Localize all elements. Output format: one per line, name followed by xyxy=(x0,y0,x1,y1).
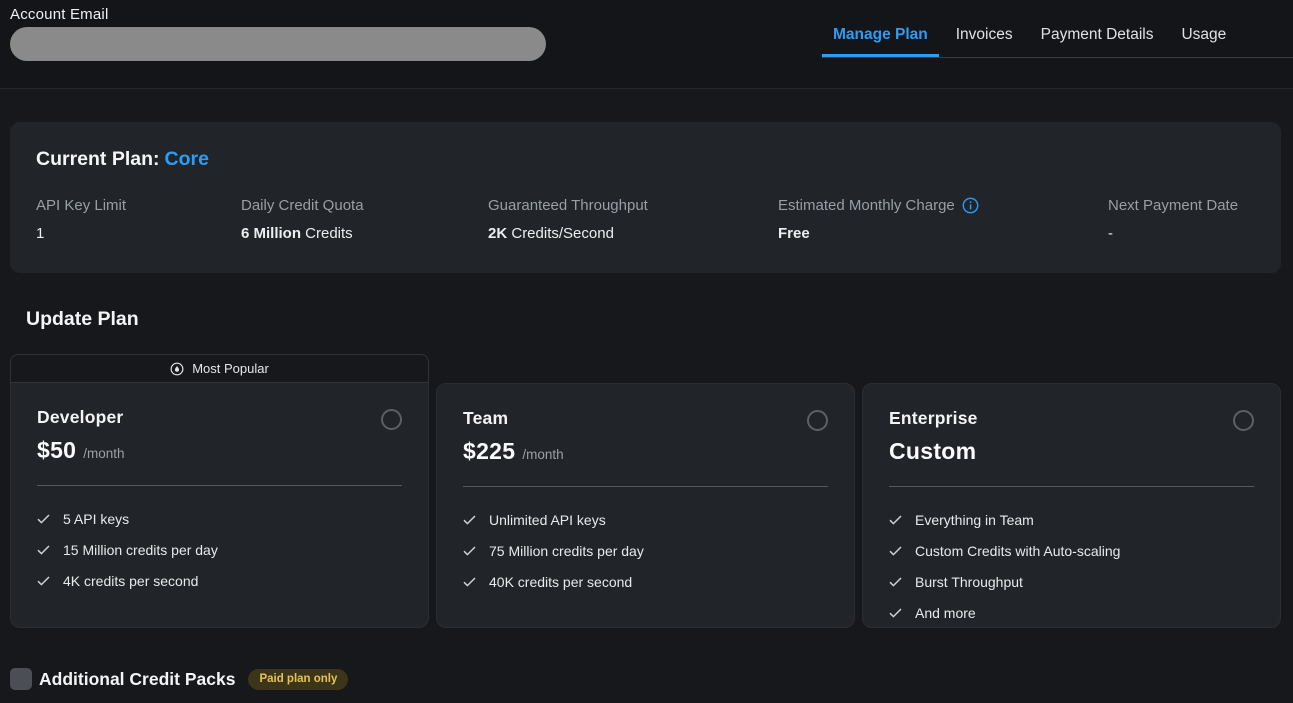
plan-column-enterprise: Enterprise Custom Everything in Team Cus… xyxy=(862,354,1281,628)
flame-icon xyxy=(170,362,184,376)
stat-label: Next Payment Date xyxy=(1108,197,1255,214)
feature-item: Everything in Team xyxy=(889,512,1254,528)
feature-item: Custom Credits with Auto-scaling xyxy=(889,543,1254,559)
feature-item: 40K credits per second xyxy=(463,574,828,590)
stat-value: - xyxy=(1108,225,1255,242)
check-icon xyxy=(889,577,902,587)
plan-radio-team[interactable] xyxy=(807,410,828,431)
plan-features: 5 API keys 15 Million credits per day 4K… xyxy=(37,511,402,589)
plan-column-team: Team $225 /month Unlimited API keys 75 M… xyxy=(436,354,855,628)
plan-radio-enterprise[interactable] xyxy=(1233,410,1254,431)
additional-credit-packs-row: Additional Credit Packs Paid plan only xyxy=(10,668,348,690)
additional-credit-packs-label: Additional Credit Packs xyxy=(39,669,235,690)
divider xyxy=(889,486,1254,487)
divider xyxy=(37,485,402,486)
feature-item: Burst Throughput xyxy=(889,574,1254,590)
plan-features: Everything in Team Custom Credits with A… xyxy=(889,512,1254,621)
current-plan-title: Current Plan:Core xyxy=(36,148,1255,171)
spacer xyxy=(436,354,855,383)
stat-value: 6 Million Credits xyxy=(241,225,488,242)
stat-value: Free xyxy=(778,225,1108,242)
most-popular-label: Most Popular xyxy=(192,361,269,376)
account-email-label: Account Email xyxy=(10,6,108,23)
check-icon xyxy=(463,546,476,556)
check-icon xyxy=(889,608,902,618)
stat-label: Guaranteed Throughput xyxy=(488,197,778,214)
current-plan-stats: API Key Limit 1 Daily Credit Quota 6 Mil… xyxy=(36,197,1255,242)
plan-name: Enterprise xyxy=(889,408,978,429)
tab-usage[interactable]: Usage xyxy=(1170,20,1237,57)
check-icon xyxy=(37,576,50,586)
plan-price: Custom xyxy=(889,438,976,465)
stat-value: 1 xyxy=(36,225,241,242)
tab-invoices[interactable]: Invoices xyxy=(945,20,1024,57)
plan-card-developer[interactable]: Developer $50 /month 5 API keys 15 Milli… xyxy=(10,383,429,628)
stat-value: 2K Credits/Second xyxy=(488,225,778,242)
info-icon[interactable] xyxy=(962,197,979,214)
current-plan-card: Current Plan:Core API Key Limit 1 Daily … xyxy=(10,122,1281,273)
most-popular-badge: Most Popular xyxy=(10,354,429,383)
tab-bar: Manage Plan Invoices Payment Details Usa… xyxy=(822,20,1293,58)
check-icon xyxy=(37,514,50,524)
plan-name: Developer xyxy=(37,407,123,428)
feature-item: 15 Million credits per day xyxy=(37,542,402,558)
feature-item: 5 API keys xyxy=(37,511,402,527)
check-icon xyxy=(37,545,50,555)
plan-radio-developer[interactable] xyxy=(381,409,402,430)
stat-label: Estimated Monthly Charge xyxy=(778,197,1108,214)
stat-daily-credit-quota: Daily Credit Quota 6 Million Credits xyxy=(241,197,488,242)
plan-card-enterprise[interactable]: Enterprise Custom Everything in Team Cus… xyxy=(862,383,1281,628)
plan-period: /month xyxy=(83,446,124,461)
check-icon xyxy=(463,515,476,525)
plan-name: Team xyxy=(463,408,508,429)
stat-label: API Key Limit xyxy=(36,197,241,214)
additional-credit-packs-checkbox[interactable] xyxy=(10,668,32,690)
check-icon xyxy=(889,515,902,525)
feature-item: 75 Million credits per day xyxy=(463,543,828,559)
plan-price: $225 xyxy=(463,438,515,465)
current-plan-name: Core xyxy=(165,148,209,170)
tab-payment-details[interactable]: Payment Details xyxy=(1030,20,1165,57)
account-email-input[interactable] xyxy=(10,27,546,61)
feature-item: And more xyxy=(889,605,1254,621)
check-icon xyxy=(889,546,902,556)
spacer xyxy=(862,354,1281,383)
feature-item: Unlimited API keys xyxy=(463,512,828,528)
stat-next-payment-date: Next Payment Date - xyxy=(1108,197,1255,242)
stat-label: Daily Credit Quota xyxy=(241,197,488,214)
plan-period: /month xyxy=(522,447,563,462)
feature-item: 4K credits per second xyxy=(37,573,402,589)
plan-price: $50 xyxy=(37,437,76,464)
plans-row: Most Popular Developer $50 /month 5 API … xyxy=(10,354,1281,628)
stat-estimated-monthly-charge: Estimated Monthly Charge Free xyxy=(778,197,1108,242)
update-plan-heading: Update Plan xyxy=(26,308,139,331)
paid-plan-only-badge: Paid plan only xyxy=(248,669,348,690)
plan-card-team[interactable]: Team $225 /month Unlimited API keys 75 M… xyxy=(436,383,855,628)
divider xyxy=(463,486,828,487)
header: Account Email Manage Plan Invoices Payme… xyxy=(0,0,1293,89)
plan-features: Unlimited API keys 75 Million credits pe… xyxy=(463,512,828,590)
current-plan-title-prefix: Current Plan: xyxy=(36,148,160,170)
stat-guaranteed-throughput: Guaranteed Throughput 2K Credits/Second xyxy=(488,197,778,242)
tab-manage-plan[interactable]: Manage Plan xyxy=(822,20,939,57)
check-icon xyxy=(463,577,476,587)
plan-column-developer: Most Popular Developer $50 /month 5 API … xyxy=(10,354,429,628)
stat-api-key-limit: API Key Limit 1 xyxy=(36,197,241,242)
